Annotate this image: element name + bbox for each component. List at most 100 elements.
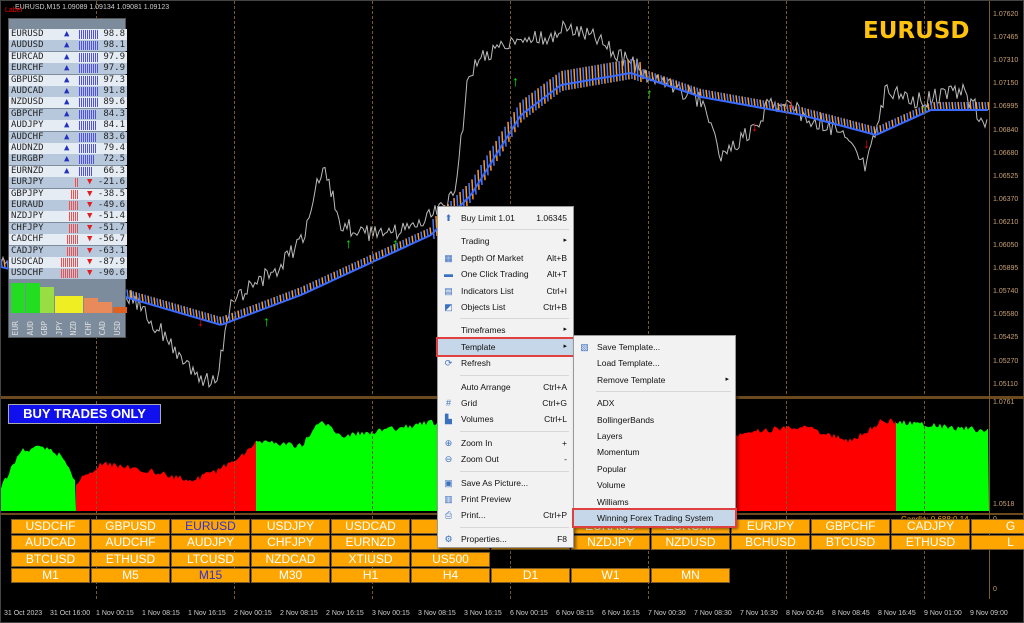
menu-item-bollingerbands[interactable]: BollingerBands — [574, 412, 735, 428]
button-g[interactable]: G — [971, 519, 1024, 534]
menu-separator — [460, 229, 569, 231]
button-w1[interactable]: W1 — [571, 567, 650, 583]
button-usdcad[interactable]: USDCAD — [331, 519, 410, 534]
refresh-icon: ⟳ — [444, 358, 453, 369]
menu-item-zoom-in[interactable]: ⊕ Zoom In + — [438, 435, 573, 451]
pair-row: CADJPY -63.1 ▼ — [9, 245, 127, 257]
ma-band-bar — [762, 100, 765, 109]
menu-item-load-template[interactable]: Load Template... — [574, 355, 735, 371]
ma-band-bar — [126, 289, 129, 298]
menu-item-objects-list[interactable]: ◩ Objects List Ctrl+B — [438, 299, 573, 315]
button-audchf[interactable]: AUDCHF — [91, 535, 170, 551]
pair-value: 98.8 — [103, 29, 125, 39]
strength-bars — [79, 41, 99, 51]
menu-item-timeframes[interactable]: Timeframes ▸ — [438, 322, 573, 338]
button-m5[interactable]: M5 — [91, 567, 170, 583]
menu-item-print[interactable]: ⎙ Print... Ctrl+P — [438, 507, 573, 523]
button-ltcusd[interactable]: LTCUSD — [171, 551, 250, 567]
button-ethusd[interactable]: ETHUSD — [91, 551, 170, 567]
button-usdchf[interactable]: USDCHF — [11, 519, 90, 534]
ma-band-bar — [678, 81, 681, 90]
button-l[interactable]: L — [971, 535, 1024, 551]
button-nzdjpy[interactable]: NZDJPY — [571, 535, 650, 551]
button-us500[interactable]: US500 — [411, 551, 490, 567]
button-h1[interactable]: H1 — [331, 567, 410, 583]
menu-item-print-preview[interactable]: ▥ Print Preview — [438, 491, 573, 507]
button-cadjpy[interactable]: CADJPY — [891, 519, 970, 534]
button-m1[interactable]: M1 — [11, 567, 90, 583]
menu-item-williams[interactable]: Williams — [574, 494, 735, 510]
button-ethusd[interactable]: ETHUSD — [891, 535, 970, 551]
indicator-histogram — [76, 440, 256, 511]
strength-bars — [79, 132, 97, 142]
menu-item-popular[interactable]: Popular — [574, 461, 735, 477]
ma-band-bar — [951, 101, 954, 111]
button-eurusd[interactable]: EURUSD — [171, 519, 250, 534]
button-m30[interactable]: M30 — [251, 567, 330, 583]
save-template-icon: ▧ — [580, 342, 589, 352]
button-usdjpy[interactable]: USDJPY — [251, 519, 330, 534]
ma-band-bar — [168, 301, 171, 310]
menu-shortcut: Alt+T — [546, 269, 567, 280]
pair-value: -56.7 — [97, 234, 125, 245]
button-bchusd[interactable]: BCHUSD — [731, 535, 810, 551]
menu-item-grid[interactable]: # Grid Ctrl+G — [438, 395, 573, 411]
button-eurjpy[interactable]: EURJPY — [731, 519, 810, 534]
button-gbpusd[interactable]: GBPUSD — [91, 519, 170, 534]
menu-item-volumes[interactable]: ▙ Volumes Ctrl+L — [438, 411, 573, 427]
price-axis[interactable]: 1.0761 1.0518 0 0 1.076201.074651.073101… — [989, 1, 1024, 599]
button-btcusd[interactable]: BTCUSD — [11, 551, 90, 567]
menu-item-properties[interactable]: ⚙ Properties... F8 — [438, 531, 573, 547]
menu-item-momentum[interactable]: Momentum — [574, 444, 735, 460]
button-mn[interactable]: MN — [651, 567, 730, 583]
submenu-arrow-icon: ▸ — [563, 342, 567, 350]
menu-item-indicators-list[interactable]: ▤ Indicators List Ctrl+I — [438, 283, 573, 299]
ma-band-bar — [687, 84, 690, 93]
menu-item-zoom-out[interactable]: ⊖ Zoom Out - — [438, 451, 573, 467]
indicators-icon: ▤ — [444, 285, 453, 296]
button-d1[interactable]: D1 — [491, 567, 570, 583]
button-eurnzd[interactable]: EURNZD — [331, 535, 410, 551]
button-gbpchf[interactable]: GBPCHF — [811, 519, 890, 534]
button-chfjpy[interactable]: CHFJPY — [251, 535, 330, 551]
button-m15[interactable]: M15 — [171, 567, 250, 583]
button-nzdusd[interactable]: NZDUSD — [651, 535, 730, 551]
menu-item-remove-template[interactable]: Remove Template ▸ — [574, 372, 735, 388]
sell-arrow-icon: ↓ — [751, 118, 758, 134]
pair-row: CHFJPY -51.7 ▼ — [9, 222, 127, 234]
ma-band-bar — [825, 113, 828, 122]
button-audjpy[interactable]: AUDJPY — [171, 535, 250, 551]
menu-item-template[interactable]: Template ▸ — [436, 336, 575, 357]
menu-item-trading[interactable]: Trading ▸ — [438, 233, 573, 249]
menu-item-layers[interactable]: Layers — [574, 428, 735, 444]
menu-item-volume[interactable]: Volume — [574, 477, 735, 493]
chart-window[interactable]: ↑ ↑ ↑ ↑ ↑ ↑ ↓ ↓ ↓ ↓ EURUSD,M15 1.09089 1.09134 1.… — [0, 0, 1024, 623]
ma-band-bar — [957, 101, 960, 111]
button-h4[interactable]: H4 — [411, 567, 490, 583]
grid-line — [924, 1, 925, 599]
menu-item-depth-of-market[interactable]: ▦ Depth Of Market Alt+B — [438, 250, 573, 266]
button-btcusd[interactable]: BTCUSD — [811, 535, 890, 551]
menu-label: Layers — [597, 431, 623, 441]
button-xtiusd[interactable]: XTIUSD — [331, 551, 410, 567]
ma-band-bar — [627, 59, 630, 80]
menu-item-save-template[interactable]: ▧ Save Template... — [574, 339, 735, 355]
menu-item-save-as-picture[interactable]: ▣ Save As Picture... — [438, 475, 573, 491]
button-audcad[interactable]: AUDCAD — [11, 535, 90, 551]
menu-item-adx[interactable]: ADX — [574, 395, 735, 411]
ma-band-bar — [624, 59, 627, 81]
ma-band-bar — [945, 101, 948, 111]
menu-item-winning-forex-trading-system[interactable]: Winning Forex Trading System — [572, 508, 737, 528]
menu-separator — [460, 318, 569, 320]
arrow-up-icon: ⬆ — [444, 213, 453, 223]
objects-icon: ◩ — [444, 302, 453, 312]
menu-item-auto-arrange[interactable]: Auto Arrange Ctrl+A — [438, 379, 573, 395]
pair-value: 91.8 — [103, 86, 125, 96]
ma-band-bar — [573, 68, 576, 89]
pair-value: 84.1 — [103, 120, 125, 131]
ma-band-bar — [144, 294, 147, 303]
menu-item-one-click-trading[interactable]: ▬ One Click Trading Alt+T — [438, 266, 573, 282]
menu-item-buy-limit-1-01[interactable]: ⬆ Buy Limit 1.01 1.06345 — [438, 210, 573, 226]
menu-item-refresh[interactable]: ⟳ Refresh — [438, 355, 573, 371]
button-nzdcad[interactable]: NZDCAD — [251, 551, 330, 567]
